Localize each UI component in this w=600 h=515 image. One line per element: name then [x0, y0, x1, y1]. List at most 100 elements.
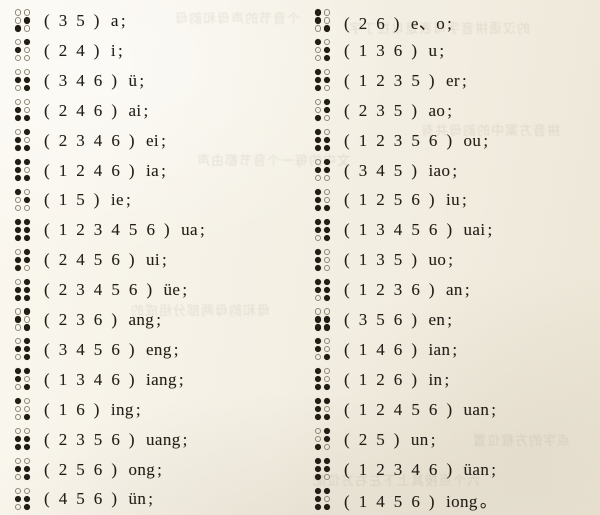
braille-dot-6 [23, 414, 31, 421]
pinyin-final: iao [428, 160, 451, 180]
dot-number-code: ( 2 3 4 6 ) [44, 130, 137, 150]
braille-dot-6 [323, 204, 331, 211]
braille-dot-1 [14, 278, 22, 285]
braille-dot-2 [314, 346, 322, 353]
braille-entry: ( 2 3 4 5 6 ) üe; [0, 274, 187, 306]
dot-number-code: ( 3 4 5 ) [344, 160, 420, 180]
braille-table-column-right: ( 2 6 ) e、o;( 1 3 6 ) u;( 1 2 3 5 ) er;( 2 … [300, 0, 600, 515]
braille-dot-4 [323, 457, 331, 465]
entry-punctuation: ; [199, 220, 205, 240]
dot-number-code: ( 1 2 6 ) [344, 369, 420, 389]
braille-dot-1 [314, 188, 322, 195]
pinyin-final: uan [463, 399, 490, 419]
braille-dot-5 [23, 436, 31, 443]
braille-cell [314, 158, 331, 183]
entry-text: ( 1 2 3 6 ) an; [344, 280, 470, 300]
braille-dot-3 [14, 324, 22, 331]
braille-dot-4 [323, 69, 331, 76]
braille-dot-2 [14, 226, 22, 233]
braille-cell [314, 308, 331, 333]
braille-dot-3 [314, 503, 322, 510]
pinyin-final: ao [428, 100, 446, 120]
braille-entry: ( 1 2 5 6 ) iu; [300, 184, 467, 216]
braille-entry: ( 2 4 6 ) ai; [0, 95, 148, 127]
braille-dot-6 [323, 324, 331, 331]
braille-dot-1 [314, 487, 322, 494]
braille-dot-2 [14, 137, 22, 144]
braille-dot-1 [314, 248, 322, 255]
braille-dot-4 [323, 368, 331, 375]
braille-dot-5 [23, 226, 31, 233]
braille-entry: ( 2 3 5 6 ) uang; [0, 424, 188, 456]
dot-number-code: ( 1 2 4 6 ) [44, 160, 137, 180]
braille-cell [14, 68, 31, 93]
braille-dot-5 [323, 346, 331, 353]
braille-entry: ( 3 4 5 6 ) eng; [0, 334, 179, 366]
braille-dot-6 [23, 85, 31, 92]
entry-text: ( 2 4 ) i; [44, 41, 123, 61]
braille-dot-3 [14, 174, 22, 182]
dot-number-code: ( 1 2 4 5 6 ) [344, 399, 455, 419]
braille-dot-5 [323, 137, 331, 144]
braille-dot-1 [314, 9, 322, 16]
braille-entry: ( 1 5 ) ie; [0, 184, 131, 216]
braille-dot-2 [314, 406, 322, 413]
braille-dot-6 [323, 115, 331, 122]
entry-punctuation: ; [143, 100, 149, 120]
braille-dot-6 [323, 55, 331, 62]
braille-cell [14, 308, 31, 333]
braille-dot-5 [323, 196, 331, 203]
pinyin-final: iong [445, 491, 478, 511]
braille-entry: ( 3 5 6 ) en; [300, 304, 452, 336]
braille-dot-1 [314, 368, 322, 375]
braille-cell [14, 218, 31, 243]
dot-number-code: ( 1 3 4 6 ) [44, 369, 137, 389]
braille-dot-3 [14, 115, 22, 122]
braille-cell [314, 487, 331, 512]
braille-dot-2 [314, 286, 322, 293]
entry-punctuation: ; [444, 369, 450, 389]
braille-dot-1 [14, 457, 22, 465]
braille-dot-4 [23, 248, 31, 255]
braille-dot-1 [314, 308, 322, 315]
braille-dot-5 [23, 107, 31, 114]
dot-number-code: ( 1 4 6 ) [344, 339, 420, 359]
braille-dot-2 [314, 376, 322, 383]
braille-dot-4 [323, 218, 331, 225]
pinyin-final: iang [145, 369, 177, 389]
braille-dot-2 [314, 47, 322, 54]
braille-dot-3 [314, 384, 322, 391]
dot-number-code: ( 1 5 ) [44, 190, 102, 210]
dot-number-code: ( 2 3 4 5 6 ) [44, 280, 155, 300]
entry-punctuation: ; [491, 459, 497, 479]
braille-dot-6 [23, 115, 31, 122]
braille-dot-5 [323, 376, 331, 383]
entry-punctuation: ; [452, 339, 458, 359]
dot-number-code: ( 1 2 3 4 5 6 ) [44, 220, 173, 240]
braille-dot-2 [314, 107, 322, 114]
braille-dot-6 [323, 384, 331, 391]
braille-dot-2 [314, 17, 322, 24]
braille-cell [14, 487, 31, 512]
entry-text: ( 1 2 3 5 ) er; [344, 71, 467, 91]
pinyin-final: ie [110, 190, 124, 210]
braille-cell [14, 38, 31, 63]
dot-number-code: ( 1 3 5 ) [344, 250, 420, 270]
entry-text: ( 1 2 3 5 6 ) ou; [344, 131, 488, 151]
braille-dot-5 [323, 436, 331, 443]
entry-punctuation: ; [462, 70, 467, 90]
dot-number-code: ( 2 3 6 ) [44, 310, 120, 329]
braille-dot-3 [14, 264, 22, 271]
braille-dot-4 [323, 248, 331, 255]
entry-text: ( 1 2 5 6 ) iu; [344, 190, 467, 210]
braille-dot-2 [14, 495, 22, 502]
braille-dot-3 [14, 414, 22, 421]
entry-punctuation: ; [447, 310, 453, 329]
dot-number-code: ( 2 6 ) [344, 13, 402, 33]
braille-dot-2 [14, 406, 22, 413]
braille-dot-6 [23, 174, 31, 182]
entry-text: ( 2 3 4 6 ) ei; [44, 131, 166, 151]
braille-dot-1 [314, 338, 322, 345]
pinyin-final: ü [128, 70, 138, 90]
braille-dot-6 [23, 55, 31, 62]
